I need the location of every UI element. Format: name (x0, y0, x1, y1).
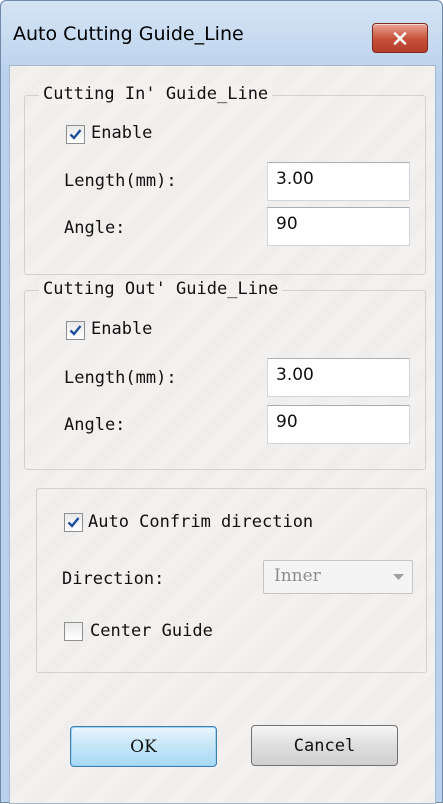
checkmark-icon (69, 129, 82, 140)
dialog-window: Auto Cutting Guide_Line Cutting In' Guid… (0, 0, 443, 804)
cut-in-length-label: Length(mm): (64, 171, 177, 191)
close-button[interactable] (372, 23, 428, 53)
chevron-down-icon (393, 574, 404, 580)
direction-selected-value: Inner (274, 566, 321, 586)
direction-select[interactable]: Inner (263, 560, 413, 594)
auto-confirm-label: Auto Confrim direction (88, 512, 314, 532)
dialog-client-area: Cutting In' Guide_Line Enable Length(mm)… (9, 65, 436, 804)
cut-out-length-input[interactable]: 3.00 (267, 358, 410, 397)
cut-in-angle-input[interactable]: 90 (267, 207, 410, 246)
cut-in-angle-label: Angle: (64, 218, 126, 238)
cut-out-enable-label: Enable (91, 319, 153, 339)
cut-out-enable-checkbox[interactable] (66, 321, 85, 340)
close-icon (393, 31, 407, 45)
cut-out-angle-input[interactable]: 90 (267, 405, 410, 444)
cut-in-enable-label: Enable (91, 123, 153, 143)
title-bar[interactable]: Auto Cutting Guide_Line (1, 1, 442, 73)
center-guide-checkbox[interactable] (64, 622, 83, 641)
cut-out-group-title: Cutting Out' Guide_Line (39, 279, 283, 299)
cut-in-group-title: Cutting In' Guide_Line (39, 84, 273, 104)
ok-button-label: OK (130, 736, 157, 757)
cancel-button[interactable]: Cancel (251, 725, 398, 766)
cut-in-enable-checkbox[interactable] (66, 125, 85, 144)
cut-in-length-input[interactable]: 3.00 (267, 162, 410, 201)
cut-out-length-label: Length(mm): (64, 368, 177, 388)
center-guide-label: Center Guide (90, 621, 213, 641)
cut-out-angle-label: Angle: (64, 415, 126, 435)
cancel-button-label: Cancel (293, 735, 356, 756)
checkmark-icon (67, 517, 80, 528)
direction-label: Direction: (62, 569, 165, 589)
auto-confirm-checkbox[interactable] (64, 513, 83, 532)
window-title: Auto Cutting Guide_Line (13, 23, 244, 45)
ok-button[interactable]: OK (70, 726, 217, 767)
checkmark-icon (69, 325, 82, 336)
